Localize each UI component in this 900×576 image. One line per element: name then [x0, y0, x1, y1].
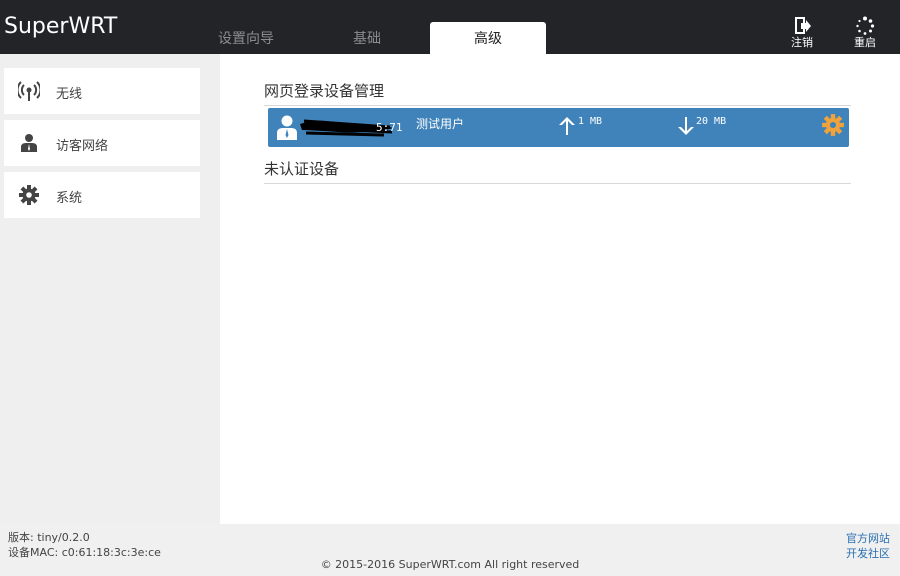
user-icon [18, 132, 40, 154]
tab-advanced[interactable]: 高级 [430, 22, 546, 54]
logout-icon [782, 16, 822, 36]
reboot-button[interactable]: 重启 [845, 16, 885, 52]
official-site-link[interactable]: 官方网站 [846, 530, 890, 546]
sidebar-item-guest-network[interactable]: 访客网络 [4, 120, 200, 166]
top-bar: SuperWRT 设置向导 基础 高级 注销 重启 [0, 0, 900, 54]
main-content: 网页登录设备管理 5:71 测试用户 1 MB 20 MB 未认证设备 [220, 54, 900, 524]
sidebar-item-system[interactable]: 系统 [4, 172, 200, 218]
reboot-label: 重启 [854, 36, 876, 49]
copyright: © 2015-2016 SuperWRT.com All right reser… [320, 558, 580, 571]
user-avatar-icon [276, 114, 298, 140]
wifi-icon [16, 80, 42, 102]
sidebar-item-wireless[interactable]: 无线 [4, 68, 200, 114]
download-traffic: 20 MB [696, 116, 727, 127]
sidebar: 无线 访客网络 系统 [0, 54, 220, 524]
version-text: 版本: tiny/0.2.0 [8, 531, 90, 544]
tab-setup-wizard[interactable]: 设置向导 [188, 22, 304, 54]
upload-traffic: 1 MB [578, 116, 603, 127]
device-mac: 5:71 [376, 121, 403, 134]
dev-community-link[interactable]: 开发社区 [846, 545, 890, 561]
footer: 版本: tiny/0.2.0 设备MAC: c0:61:18:3c:3e:ce … [0, 524, 900, 576]
sidebar-item-label: 访客网络 [56, 139, 109, 154]
tab-basic[interactable]: 基础 [309, 22, 425, 54]
logout-label: 注销 [791, 36, 813, 49]
device-row[interactable]: 5:71 测试用户 1 MB 20 MB [268, 108, 849, 147]
section-title-web-login-devices: 网页登录设备管理 [264, 80, 851, 106]
gear-icon [18, 184, 40, 206]
brand-logo: SuperWRT [4, 14, 118, 39]
section-title-unauth-devices: 未认证设备 [264, 158, 851, 184]
arrow-up-icon [558, 115, 576, 137]
version-info: 版本: tiny/0.2.0 设备MAC: c0:61:18:3c:3e:ce [8, 530, 161, 560]
arrow-down-icon [677, 115, 695, 137]
reboot-icon [845, 16, 885, 36]
device-name: 测试用户 [416, 117, 465, 131]
sidebar-item-label: 无线 [56, 87, 83, 102]
logout-button[interactable]: 注销 [782, 16, 822, 52]
settings-gear-icon[interactable] [821, 113, 845, 137]
sidebar-item-label: 系统 [56, 191, 83, 206]
